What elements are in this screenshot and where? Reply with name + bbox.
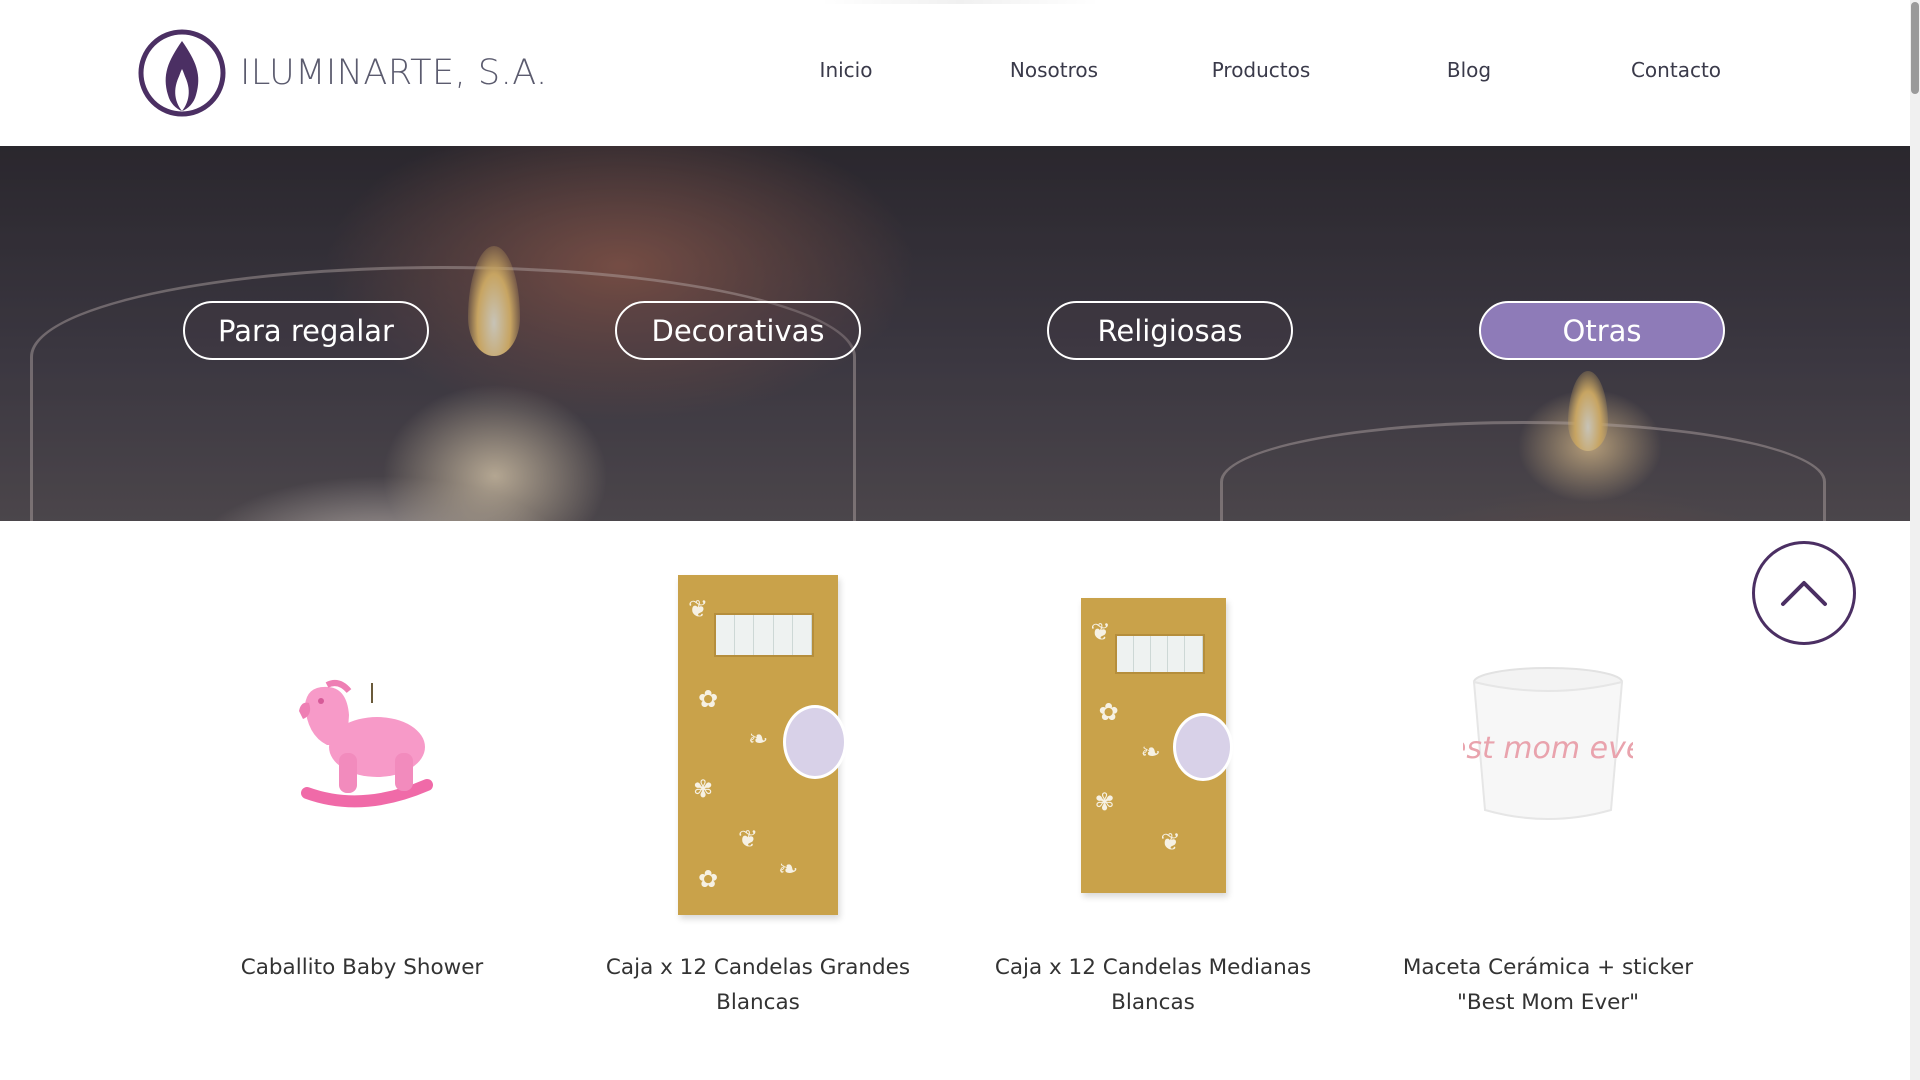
main-nav: Inicio Nosotros Productos Blog Contacto — [0, 58, 1910, 88]
ceramic-pot-icon: Best mom ever! — [1463, 667, 1633, 820]
product-card[interactable]: ❦ ✿ ❧ ✾ ❦ ✿ ❧ Caja x 12 Candelas Grandes… — [588, 560, 928, 1020]
leaf-icon: ❧ — [748, 725, 769, 753]
top-edge-tab — [820, 0, 1100, 4]
product-card[interactable]: Caballito Baby Shower — [192, 560, 532, 985]
product-name[interactable]: Maceta Cerámica + sticker "Best Mom Ever… — [1378, 950, 1718, 1020]
product-grid: Caballito Baby Shower ❦ ✿ ❧ ✾ ❦ ✿ ❧ Caja… — [0, 560, 1910, 1080]
candle-window — [714, 613, 814, 657]
leaf-icon: ❦ — [1160, 827, 1181, 856]
product-name[interactable]: Caja x 12 Candelas Grandes Blancas — [588, 950, 928, 1020]
leaf-icon: ✾ — [693, 775, 714, 803]
candle-box-medium: ❦ ✿ ❧ ✾ ❦ — [1080, 597, 1233, 893]
scrollbar-thumb[interactable] — [1911, 2, 1919, 94]
category-para-regalar-button[interactable]: Para regalar — [183, 301, 429, 360]
leaf-icon: ❦ — [1090, 617, 1111, 646]
nav-nosotros[interactable]: Nosotros — [1010, 58, 1098, 82]
product-image[interactable] — [192, 560, 532, 930]
rocking-horse-candle-icon — [299, 680, 433, 808]
product-image[interactable]: Best mom ever! — [1378, 560, 1718, 930]
leaf-icon: ✿ — [698, 685, 719, 713]
candle-window — [1114, 633, 1205, 674]
leaf-icon: ✿ — [1098, 697, 1119, 726]
category-decorativas-button[interactable]: Decorativas — [615, 301, 861, 360]
leaf-icon: ✿ — [698, 865, 719, 893]
hero-banner: Para regalar Decorativas Religiosas Otra… — [0, 146, 1910, 521]
category-religiosas-button[interactable]: Religiosas — [1047, 301, 1293, 360]
nav-blog[interactable]: Blog — [1447, 58, 1491, 82]
nav-contacto[interactable]: Contacto — [1631, 58, 1721, 82]
leaf-icon: ❦ — [738, 825, 759, 853]
leaf-icon: ❦ — [688, 595, 709, 623]
brand-seal-icon — [1172, 712, 1233, 781]
site-header: ILUMINARTE, S.A. Inicio Nosotros Product… — [0, 0, 1910, 145]
leaf-icon: ❧ — [1140, 737, 1161, 766]
product-image[interactable]: ❦ ✿ ❧ ✾ ❦ — [983, 560, 1323, 930]
nav-inicio[interactable]: Inicio — [820, 58, 873, 82]
product-name[interactable]: Caja x 12 Candelas Medianas Blancas — [983, 950, 1323, 1020]
category-otras-button[interactable]: Otras — [1479, 301, 1725, 360]
leaf-icon: ❧ — [778, 855, 799, 883]
pot-sticker-text: Best mom ever! — [1463, 731, 1633, 766]
nav-productos[interactable]: Productos — [1212, 58, 1311, 82]
page-scrollbar[interactable] — [1910, 0, 1920, 1080]
leaf-icon: ✾ — [1094, 787, 1115, 816]
candle-box-large: ❦ ✿ ❧ ✾ ❦ ✿ ❧ — [678, 575, 847, 915]
product-image[interactable]: ❦ ✿ ❧ ✾ ❦ ✿ ❧ — [588, 560, 928, 930]
product-card[interactable]: Best mom ever! Maceta Cerámica + sticker… — [1378, 560, 1718, 1020]
product-name[interactable]: Caballito Baby Shower — [192, 950, 532, 985]
product-card[interactable]: ❦ ✿ ❧ ✾ ❦ Caja x 12 Candelas Medianas Bl… — [983, 560, 1323, 1020]
brand-seal-icon — [783, 705, 847, 779]
